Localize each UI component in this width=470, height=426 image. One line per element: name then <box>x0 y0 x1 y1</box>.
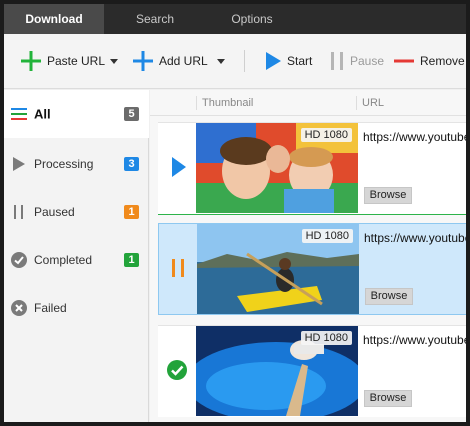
download-row[interactable]: HD 1080 https://www.youtube Browse <box>158 223 466 315</box>
browse-button[interactable]: Browse <box>365 288 413 305</box>
plus-icon <box>133 51 153 71</box>
sidebar-item-paused[interactable]: Paused 1 <box>4 188 149 236</box>
sidebar-item-failed[interactable]: Failed <box>4 284 149 332</box>
toolbar: Paste URL Add URL Start Pause Remove <box>4 34 466 89</box>
plus-icon <box>21 51 41 71</box>
status-cell <box>159 224 197 316</box>
column-divider <box>196 96 197 110</box>
play-icon <box>13 157 25 171</box>
url-text: https://www.youtube <box>364 231 466 245</box>
pause-button[interactable]: Pause <box>329 48 384 74</box>
toolbar-divider <box>244 50 245 72</box>
sidebar-item-label: All <box>34 106 51 122</box>
minus-icon <box>394 59 414 63</box>
tab-bar: Download Search Options <box>4 4 466 34</box>
start-button[interactable]: Start <box>264 48 312 74</box>
play-icon <box>172 157 186 177</box>
tab-search[interactable]: Search <box>104 4 206 34</box>
url-column-header[interactable]: URL <box>362 97 384 109</box>
count-badge: 1 <box>124 253 139 267</box>
pause-label: Pause <box>350 54 385 68</box>
count-badge: 3 <box>124 157 139 171</box>
column-divider <box>356 96 357 110</box>
sidebar-item-label: Completed <box>34 253 93 267</box>
sidebar-item-all[interactable]: All 5 <box>4 90 149 138</box>
tab-download[interactable]: Download <box>4 4 104 34</box>
start-label: Start <box>287 54 313 68</box>
add-url-label: Add URL <box>159 54 208 68</box>
app-window: Download Search Options Paste URL Add UR… <box>4 4 466 422</box>
status-cell <box>158 123 196 215</box>
paste-url-dropdown[interactable] <box>110 59 118 64</box>
video-thumbnail[interactable]: HD 1080 <box>196 123 358 213</box>
url-text: https://www.youtube <box>363 333 466 347</box>
paste-url-button[interactable]: Paste URL <box>20 48 105 74</box>
sidebar-item-label: Paused <box>34 205 75 219</box>
check-icon <box>11 252 27 268</box>
status-cell <box>158 326 196 418</box>
browse-button[interactable]: Browse <box>364 390 412 407</box>
list-icon <box>11 108 27 120</box>
column-header: Thumbnail URL <box>150 90 466 116</box>
add-url-dropdown[interactable] <box>217 59 225 64</box>
video-thumbnail[interactable]: HD 1080 <box>196 326 358 416</box>
url-text: https://www.youtube <box>363 130 466 144</box>
quality-badge: HD 1080 <box>300 128 352 142</box>
sidebar-item-completed[interactable]: Completed 1 <box>4 236 149 284</box>
remove-button[interactable]: Remove <box>393 48 465 74</box>
download-list: Thumbnail URL HD 1080 https://www.youtub… <box>150 90 466 422</box>
sidebar-item-processing[interactable]: Processing 3 <box>4 140 149 188</box>
thumbnail-column-header[interactable]: Thumbnail <box>202 97 253 109</box>
video-thumbnail[interactable]: HD 1080 <box>197 224 359 314</box>
check-icon <box>167 360 187 380</box>
count-badge: 1 <box>124 205 139 219</box>
play-icon <box>266 52 281 70</box>
progress-line <box>158 214 466 215</box>
x-circle-icon <box>11 300 27 316</box>
quality-badge: HD 1080 <box>300 331 352 345</box>
remove-label: Remove <box>420 54 465 68</box>
sidebar: All 5 Processing 3 Paused 1 Completed 1 <box>4 90 149 422</box>
count-badge: 5 <box>124 107 139 121</box>
pause-icon <box>14 205 23 219</box>
download-row[interactable]: HD 1080 https://www.youtube Browse <box>158 122 466 214</box>
pause-icon <box>331 52 343 70</box>
sidebar-item-label: Failed <box>34 301 67 315</box>
browse-button[interactable]: Browse <box>364 187 412 204</box>
quality-badge: HD 1080 <box>301 229 353 243</box>
add-url-button[interactable]: Add URL <box>132 48 208 74</box>
tab-options[interactable]: Options <box>206 4 298 34</box>
paste-url-label: Paste URL <box>47 54 106 68</box>
pause-icon <box>172 259 184 277</box>
sidebar-item-label: Processing <box>34 157 94 171</box>
download-row[interactable]: HD 1080 https://www.youtube Browse <box>158 325 466 417</box>
